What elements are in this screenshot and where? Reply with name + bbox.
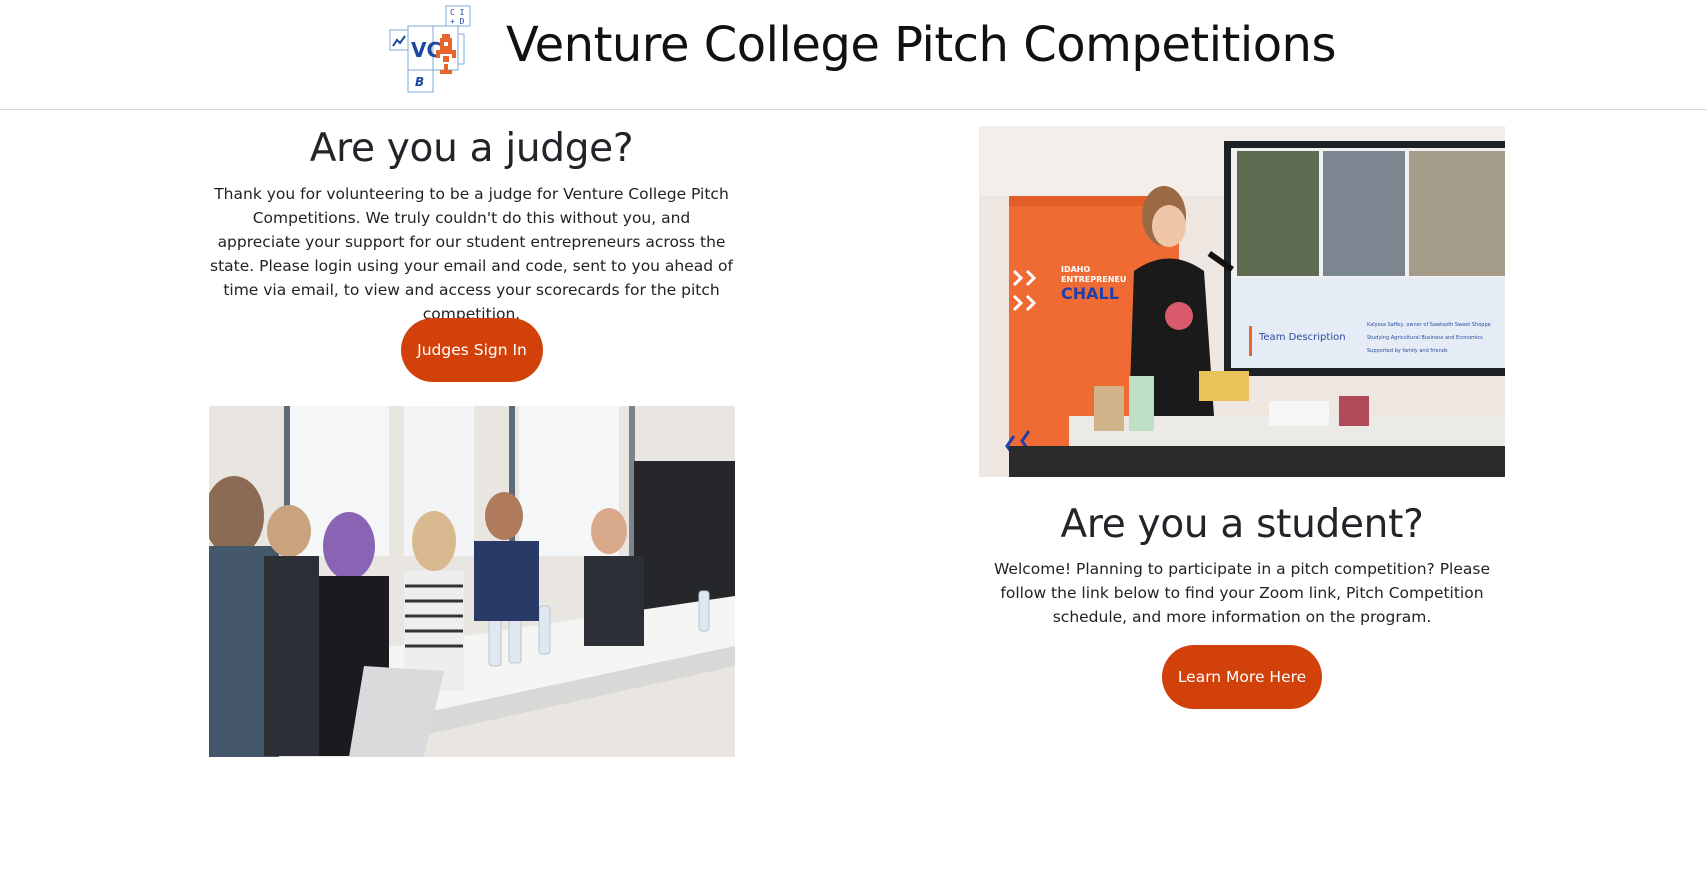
student-pitch-photo: IDAHO ENTREPRENEU CHALL Team Description… <box>979 126 1505 477</box>
venture-college-logo[interactable]: VC C I + D B <box>388 4 486 96</box>
svg-text:B: B <box>415 75 424 89</box>
svg-text:CHALL: CHALL <box>1061 284 1119 303</box>
svg-text:C I: C I <box>450 8 465 17</box>
judge-heading: Are you a judge? <box>309 126 634 171</box>
svg-text:IDAHO: IDAHO <box>1061 265 1091 274</box>
judge-description: Thank you for volunteering to be a judge… <box>210 185 733 323</box>
page-title: Venture College Pitch Competitions <box>506 17 1336 73</box>
svg-text:Studying Agricultural Business: Studying Agricultural Business and Econo… <box>1367 335 1483 341</box>
learn-more-button[interactable]: Learn More Here <box>1162 645 1322 709</box>
student-description: Welcome! Planning to participate in a pi… <box>993 560 1490 626</box>
site-header: VC C I + D B Venture College Pitch Compe… <box>0 0 1707 110</box>
svg-text:Kalyssa Saffey, owner of Sawto: Kalyssa Saffey, owner of Sawtooth Sweet … <box>1367 322 1491 328</box>
svg-text:ENTREPRENEU: ENTREPRENEU <box>1061 275 1126 284</box>
svg-text:+ D: + D <box>450 17 465 26</box>
judges-panel-photo <box>209 406 735 757</box>
svg-text:Team Description: Team Description <box>1258 332 1346 343</box>
judges-sign-in-button[interactable]: Judges Sign In <box>401 318 543 382</box>
svg-text:Supported by family and friend: Supported by family and friends <box>1367 348 1448 354</box>
student-heading: Are you a student? <box>1060 502 1424 547</box>
